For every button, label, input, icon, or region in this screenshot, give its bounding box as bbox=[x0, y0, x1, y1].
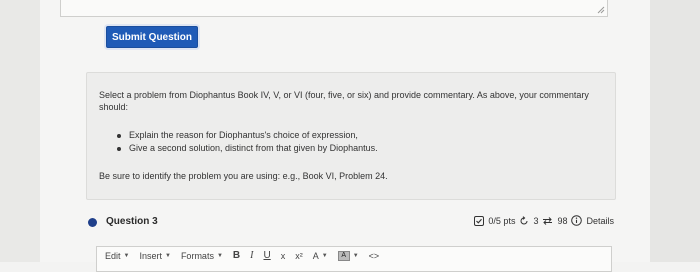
caret-down-icon: ▼ bbox=[164, 252, 171, 259]
question-text: Select a problem from Diophantus Book IV… bbox=[99, 90, 589, 112]
attempts-icon bbox=[542, 216, 553, 226]
underline-button[interactable]: U bbox=[263, 250, 270, 261]
question-bullet-list: Explain the reason for Diophantus's choi… bbox=[117, 129, 378, 155]
question-footer: Be sure to identify the problem you are … bbox=[99, 171, 388, 181]
formats-menu[interactable]: Formats ▼ bbox=[181, 251, 223, 261]
code-button[interactable]: <> bbox=[369, 251, 380, 261]
score-check-icon bbox=[474, 215, 485, 226]
question-prompt: Select a problem from Diophantus Book IV… bbox=[86, 72, 616, 200]
answer-editor[interactable]: Edit ▼ Insert ▼ Formats ▼ B I U x x² A ▼ A ▼ … bbox=[96, 246, 612, 272]
caret-down-icon: ▼ bbox=[352, 252, 359, 259]
bold-button[interactable]: B bbox=[233, 250, 240, 261]
question-3-title: Question 3 bbox=[106, 216, 158, 227]
previous-answer-textarea[interactable] bbox=[60, 0, 608, 17]
highlight-button[interactable]: A ▼ bbox=[337, 250, 359, 261]
editor-toolbar: Edit ▼ Insert ▼ Formats ▼ B I U x x² A ▼ A ▼ … bbox=[105, 250, 379, 261]
question-bullet: Give a second solution, distinct from th… bbox=[117, 142, 378, 155]
italic-button[interactable]: I bbox=[250, 250, 253, 261]
clear-format-button[interactable]: x bbox=[281, 251, 286, 261]
retries-count: 3 bbox=[533, 215, 539, 226]
question-3-meta: 0/5 pts 3 98 Details bbox=[474, 215, 614, 226]
points-label: 0/5 pts bbox=[488, 215, 516, 226]
caret-down-icon: ▼ bbox=[123, 252, 130, 259]
highlight-label: A bbox=[337, 250, 350, 261]
info-icon[interactable] bbox=[571, 215, 583, 226]
edit-menu[interactable]: Edit ▼ bbox=[105, 251, 129, 261]
insert-menu-label: Insert bbox=[139, 250, 162, 261]
font-color-button[interactable]: A ▼ bbox=[313, 251, 328, 261]
retry-icon bbox=[519, 215, 529, 226]
superscript-button[interactable]: x² bbox=[295, 251, 303, 261]
formats-menu-label: Formats bbox=[180, 250, 214, 261]
attempts-count: 98 bbox=[557, 215, 568, 226]
insert-menu[interactable]: Insert ▼ bbox=[139, 251, 170, 261]
edit-menu-label: Edit bbox=[105, 250, 121, 261]
left-margin bbox=[0, 0, 40, 262]
question-3-header: Question 3 0/5 pts 3 98 Details bbox=[88, 214, 616, 230]
font-color-label: A bbox=[312, 250, 319, 261]
question-bullet: Explain the reason for Diophantus's choi… bbox=[117, 129, 378, 142]
submit-question-button[interactable]: Submit Question bbox=[106, 26, 198, 48]
resize-handle-icon[interactable] bbox=[597, 6, 605, 14]
status-dot-icon bbox=[88, 218, 97, 227]
caret-down-icon: ▼ bbox=[321, 252, 328, 259]
caret-down-icon: ▼ bbox=[216, 252, 223, 259]
details-link[interactable]: Details bbox=[586, 216, 614, 226]
right-margin bbox=[650, 0, 700, 262]
